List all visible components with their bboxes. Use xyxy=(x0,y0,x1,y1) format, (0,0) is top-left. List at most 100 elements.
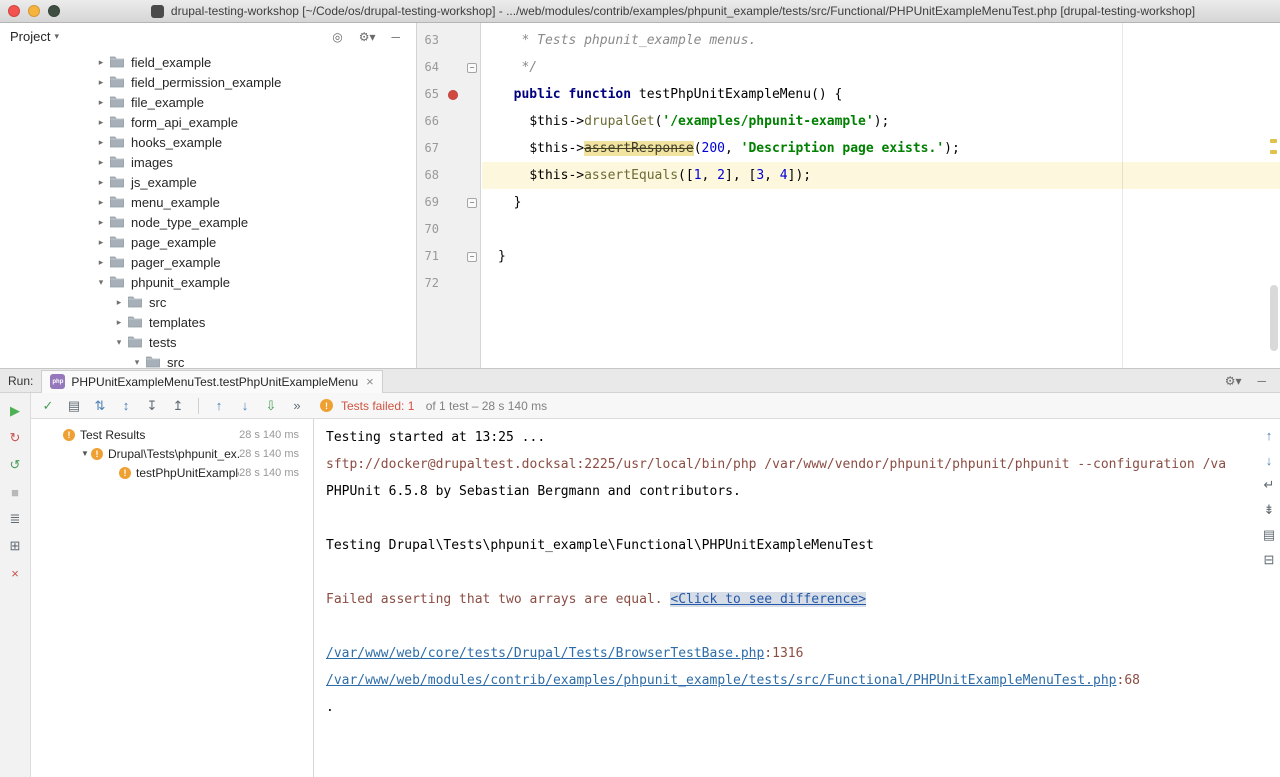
minimize-window-button[interactable] xyxy=(28,5,40,17)
zoom-window-button[interactable] xyxy=(48,5,60,17)
tree-item-tests[interactable]: ▾tests xyxy=(0,332,416,352)
settings-gear-icon[interactable]: ⚙▾ xyxy=(1225,374,1242,388)
tree-item-menu_example[interactable]: ▸menu_example xyxy=(0,192,416,212)
tree-item-phpunit_example[interactable]: ▾phpunit_example xyxy=(0,272,416,292)
fold-marker-icon[interactable]: − xyxy=(467,198,477,208)
editor-line[interactable]: 69− } xyxy=(417,189,1280,216)
tree-item-form_api_example[interactable]: ▸form_api_example xyxy=(0,112,416,132)
project-header-label[interactable]: Project xyxy=(10,29,50,44)
tree-item-field_example[interactable]: ▸field_example xyxy=(0,52,416,72)
print-icon[interactable]: ▤ xyxy=(1261,527,1277,543)
chevron-down-icon[interactable]: ▾ xyxy=(95,277,107,288)
sort-by-duration-icon[interactable]: ↕ xyxy=(117,397,135,415)
fold-marker-icon[interactable]: − xyxy=(467,252,477,262)
tree-item-pager_example[interactable]: ▸pager_example xyxy=(0,252,416,272)
editor-line[interactable]: 64− */ xyxy=(417,54,1280,81)
chevron-down-icon[interactable]: ▼ xyxy=(79,449,91,458)
test-tree-row[interactable]: !Test Results28 s 140 ms xyxy=(31,425,313,444)
collapse-all-icon[interactable]: ↥ xyxy=(169,397,187,415)
tree-item-js_example[interactable]: ▸js_example xyxy=(0,172,416,192)
warning-stripe-mark[interactable] xyxy=(1270,150,1277,154)
see-difference-link[interactable]: <Click to see difference> xyxy=(670,592,866,607)
close-window-button[interactable] xyxy=(8,5,20,17)
chevron-down-icon[interactable]: ▾ xyxy=(54,31,59,42)
editor-line[interactable]: 65 public function testPhpUnitExampleMen… xyxy=(417,81,1280,108)
rerun-test-button[interactable]: ▶ xyxy=(7,403,23,419)
editor-line[interactable]: 70 xyxy=(417,216,1280,243)
chevron-right-icon[interactable]: ▸ xyxy=(113,297,125,308)
close-button[interactable]: × xyxy=(7,565,23,581)
previous-failed-test-icon[interactable]: ↑ xyxy=(210,397,228,415)
editor-line[interactable]: 71−} xyxy=(417,243,1280,270)
console-text: Failed asserting that two arrays are equ… xyxy=(326,592,670,607)
tree-item-src[interactable]: ▾src xyxy=(0,352,416,368)
chevron-right-icon[interactable]: ▸ xyxy=(95,97,107,108)
test-tree-row[interactable]: ▼!Drupal\Tests\phpunit_ex...28 s 140 ms xyxy=(31,444,313,463)
hide-panel-icon[interactable]: ─ xyxy=(1257,374,1266,388)
chevron-right-icon[interactable]: ▸ xyxy=(95,157,107,168)
clear-console-icon[interactable]: ⊟ xyxy=(1261,552,1277,568)
chevron-right-icon[interactable]: ▸ xyxy=(95,117,107,128)
sort-alphabetically-icon[interactable]: ⇅ xyxy=(91,397,109,415)
tree-item-node_type_example[interactable]: ▸node_type_example xyxy=(0,212,416,232)
more-options-icon[interactable]: » xyxy=(288,397,306,415)
chevron-down-icon[interactable]: ▾ xyxy=(113,337,125,348)
run-tab[interactable]: php PHPUnitExampleMenuTest.testPhpUnitEx… xyxy=(41,370,382,393)
tree-item-label: file_example xyxy=(131,95,204,110)
up-the-stack-trace-icon[interactable]: ↑ xyxy=(1261,427,1277,443)
next-failed-test-icon[interactable]: ↓ xyxy=(236,397,254,415)
down-the-stack-trace-icon[interactable]: ↓ xyxy=(1261,452,1277,468)
toggle-auto-test-button[interactable]: ↺ xyxy=(7,457,23,473)
failed-test-gutter-icon[interactable] xyxy=(448,90,458,100)
soft-wrap-icon[interactable]: ↵ xyxy=(1261,477,1277,493)
settings-gear-icon[interactable]: ⚙▾ xyxy=(359,30,376,44)
show-passed-icon[interactable]: ✓ xyxy=(39,397,57,415)
folder-icon xyxy=(127,334,143,350)
editor-line[interactable]: 66 $this->drupalGet('/examples/phpunit-e… xyxy=(417,108,1280,135)
rerun-failed-tests-button[interactable]: ↻ xyxy=(7,430,23,446)
editor-line[interactable]: 72 xyxy=(417,270,1280,297)
expand-all-icon[interactable]: ↧ xyxy=(143,397,161,415)
import-test-results-icon[interactable]: ⇩ xyxy=(262,397,280,415)
test-history-button[interactable]: ≣ xyxy=(7,511,23,527)
fold-marker-icon[interactable]: − xyxy=(467,63,477,73)
tree-item-file_example[interactable]: ▸ file_example xyxy=(0,92,416,112)
chevron-right-icon[interactable]: ▸ xyxy=(95,197,107,208)
locate-file-icon[interactable]: ◎ xyxy=(332,30,342,44)
hide-panel-icon[interactable]: ─ xyxy=(391,30,400,44)
pin-tab-button[interactable]: ⊞ xyxy=(7,538,23,554)
chevron-right-icon[interactable]: ▸ xyxy=(113,317,125,328)
warning-stripe-mark[interactable] xyxy=(1270,139,1277,143)
chevron-right-icon[interactable]: ▸ xyxy=(95,177,107,188)
tree-item-field_permission_example[interactable]: ▸field_permission_example xyxy=(0,72,416,92)
show-console-icon[interactable]: ▤ xyxy=(65,397,83,415)
tree-item-templates[interactable]: ▸templates xyxy=(0,312,416,332)
editor-scrollbar-thumb[interactable] xyxy=(1270,285,1278,351)
editor-line[interactable]: 63 * Tests phpunit_example menus. xyxy=(417,27,1280,54)
tree-item-images[interactable]: ▸images xyxy=(0,152,416,172)
editor-gutter-cell: 69− xyxy=(417,189,482,216)
chevron-right-icon[interactable]: ▸ xyxy=(95,77,107,88)
close-tab-icon[interactable]: × xyxy=(366,374,374,389)
chevron-right-icon[interactable]: ▸ xyxy=(95,257,107,268)
editor[interactable]: 63 * Tests phpunit_example menus.64− */6… xyxy=(417,23,1280,368)
console-file-link[interactable]: /var/www/web/modules/contrib/examples/ph… xyxy=(326,673,1117,688)
stop-button[interactable]: ■ xyxy=(7,484,23,500)
chevron-down-icon[interactable]: ▾ xyxy=(131,357,143,368)
tree-item-src[interactable]: ▸src xyxy=(0,292,416,312)
console-output[interactable]: Testing started at 13:25 ...sftp://docke… xyxy=(314,419,1280,777)
editor-gutter-cell: 68 xyxy=(417,162,482,189)
tree-item-page_example[interactable]: ▸page_example xyxy=(0,232,416,252)
chevron-right-icon[interactable]: ▸ xyxy=(95,57,107,68)
tree-item-hooks_example[interactable]: ▸hooks_example xyxy=(0,132,416,152)
editor-line[interactable]: 68 $this->assertEquals([1, 2], [3, 4]); xyxy=(417,162,1280,189)
line-number: 71 xyxy=(417,243,439,270)
scroll-to-end-icon[interactable]: ⇟ xyxy=(1261,502,1277,518)
console-line: PHPUnit 6.5.8 by Sebastian Bergmann and … xyxy=(314,478,1280,505)
chevron-right-icon[interactable]: ▸ xyxy=(95,137,107,148)
test-tree-row[interactable]: !testPhpUnitExampleM...28 s 140 ms xyxy=(31,463,313,482)
console-file-link[interactable]: /var/www/web/core/tests/Drupal/Tests/Bro… xyxy=(326,646,764,661)
chevron-right-icon[interactable]: ▸ xyxy=(95,217,107,228)
editor-line[interactable]: 67 $this->assertResponse(200, 'Descripti… xyxy=(417,135,1280,162)
chevron-right-icon[interactable]: ▸ xyxy=(95,237,107,248)
